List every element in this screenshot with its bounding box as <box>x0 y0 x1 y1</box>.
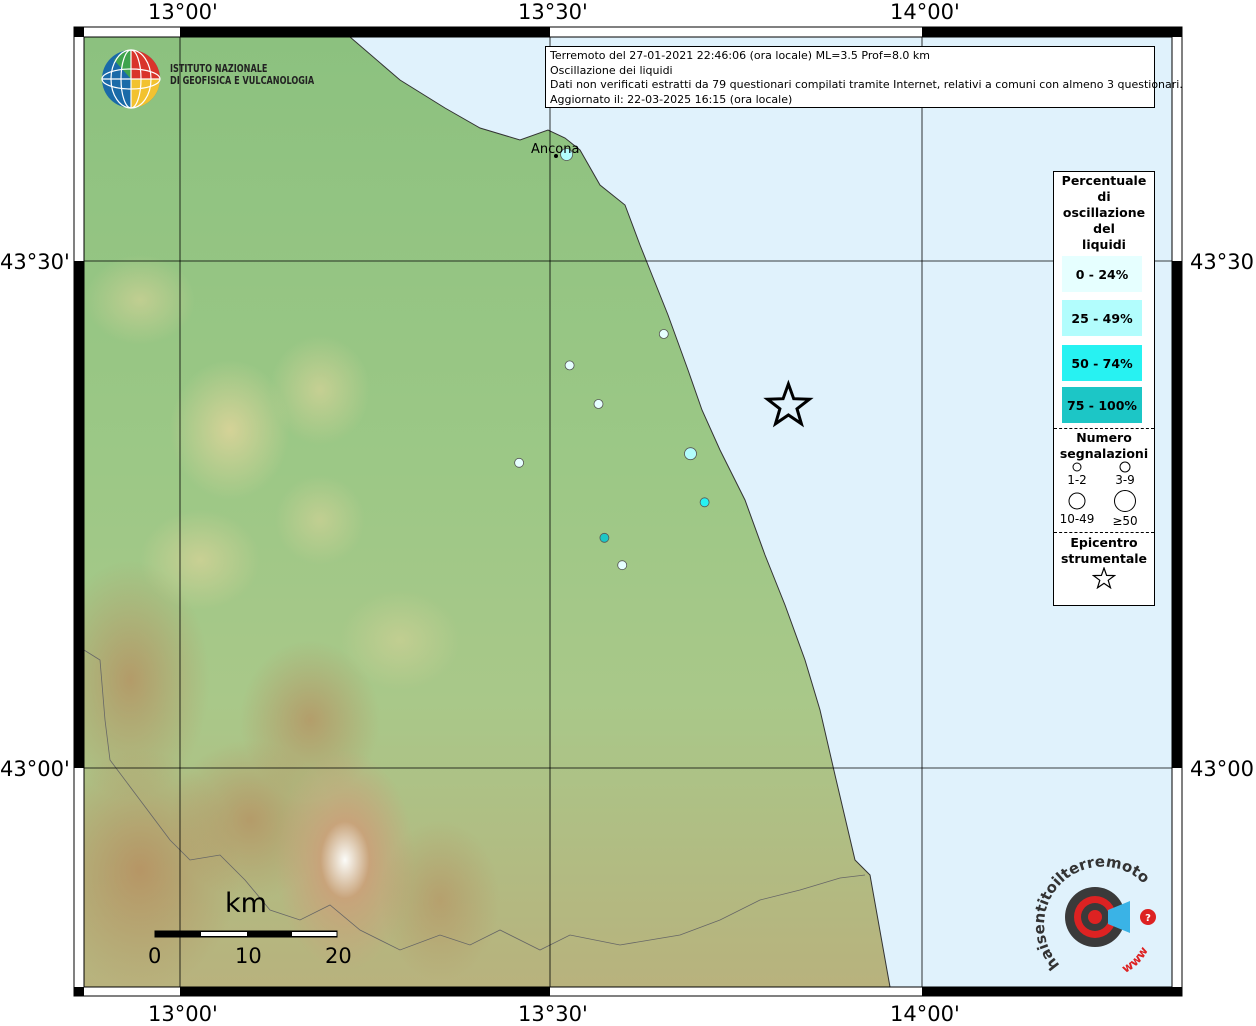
lon-tick-bottom-2: 13°30' <box>518 1002 588 1026</box>
lon-tick-bottom-3: 14°00' <box>890 1002 960 1026</box>
legend-title-line: Percentuale <box>1061 173 1147 188</box>
info-line3: Dati non verificati estratti da 79 quest… <box>550 78 1183 91</box>
legend-size-circles <box>1068 461 1136 512</box>
legend-separator <box>1054 428 1154 429</box>
ingv-logo-text: ISTITUTO NAZIONALE DI GEOFISICA E VULCAN… <box>170 63 314 87</box>
legend-title-line: oscillazione <box>1062 205 1146 220</box>
lat-tick-right-2: 43°00' <box>1190 757 1256 781</box>
legend-star-icon <box>1092 567 1116 589</box>
scale-label-0: 0 <box>148 944 162 968</box>
lon-tick-top-3: 14°00' <box>890 0 960 24</box>
legend-title-line: di <box>1097 189 1111 204</box>
legend-size-4: ≥50 <box>1112 514 1138 528</box>
city-label: Ancona <box>531 142 580 157</box>
lat-tick-left-1: 43°30' <box>0 250 70 274</box>
ingv-globe-icon <box>101 49 161 109</box>
observation-point <box>684 447 697 461</box>
lon-tick-bottom-1: 13°00' <box>148 1002 218 1026</box>
observation-point <box>699 497 710 508</box>
scale-unit: km <box>225 888 267 919</box>
legend-separator <box>1054 532 1154 533</box>
lon-tick-top-2: 13°30' <box>518 0 588 24</box>
scale-label-20: 20 <box>325 944 352 968</box>
lat-tick-left-2: 43°00' <box>0 757 70 781</box>
logo-line2: DI GEOFISICA E VULCANOLOGIA <box>170 74 315 87</box>
legend-title-line: del <box>1093 221 1115 236</box>
sponsor-text-arc: haisentitoilterremoto.it www. <box>1030 855 1153 976</box>
legend-title-line: liquidi <box>1082 237 1126 252</box>
legend-title: Percentuale di oscillazione del liquidi <box>1054 173 1154 253</box>
legend-class-0: 0 - 24% <box>1062 256 1142 292</box>
observation-point <box>564 360 575 371</box>
legend-class-2: 50 - 74% <box>1062 345 1142 381</box>
info-line4: Aggiornato il: 22-03-2025 16:15 (ora loc… <box>550 92 793 106</box>
legend-size-1: 1-2 <box>1067 473 1087 487</box>
observation-point <box>593 399 604 409</box>
observation-point <box>514 457 524 468</box>
legend-epi-line: strumentale <box>1060 551 1148 566</box>
legend-epi-title: Epicentro strumentale <box>1054 535 1154 567</box>
legend-count-line: Numero <box>1076 430 1132 445</box>
info-line1: Terremoto del 27-01-2021 22:46:06 (ora l… <box>550 49 931 62</box>
legend-size-2: 3-9 <box>1115 473 1135 487</box>
legend: Percentuale di oscillazione del liquidi … <box>1053 171 1155 606</box>
legend-size-3: 10-49 <box>1059 512 1095 526</box>
legend-epi-line: Epicentro <box>1070 535 1138 550</box>
info-box: Terremoto del 27-01-2021 22:46:06 (ora l… <box>545 46 1183 108</box>
observation-point <box>599 532 610 543</box>
observation-point <box>658 329 669 339</box>
info-line2: Oscillazione dei liquidi <box>550 63 673 77</box>
legend-class-3: 75 - 100% <box>1062 387 1142 423</box>
legend-class-1: 25 - 49% <box>1062 300 1142 336</box>
observation-point <box>617 560 628 571</box>
lat-tick-right-1: 43°30' <box>1190 250 1256 274</box>
scale-label-10: 10 <box>235 944 262 968</box>
scale-bar <box>154 930 338 938</box>
lon-tick-top-1: 13°00' <box>148 0 218 24</box>
